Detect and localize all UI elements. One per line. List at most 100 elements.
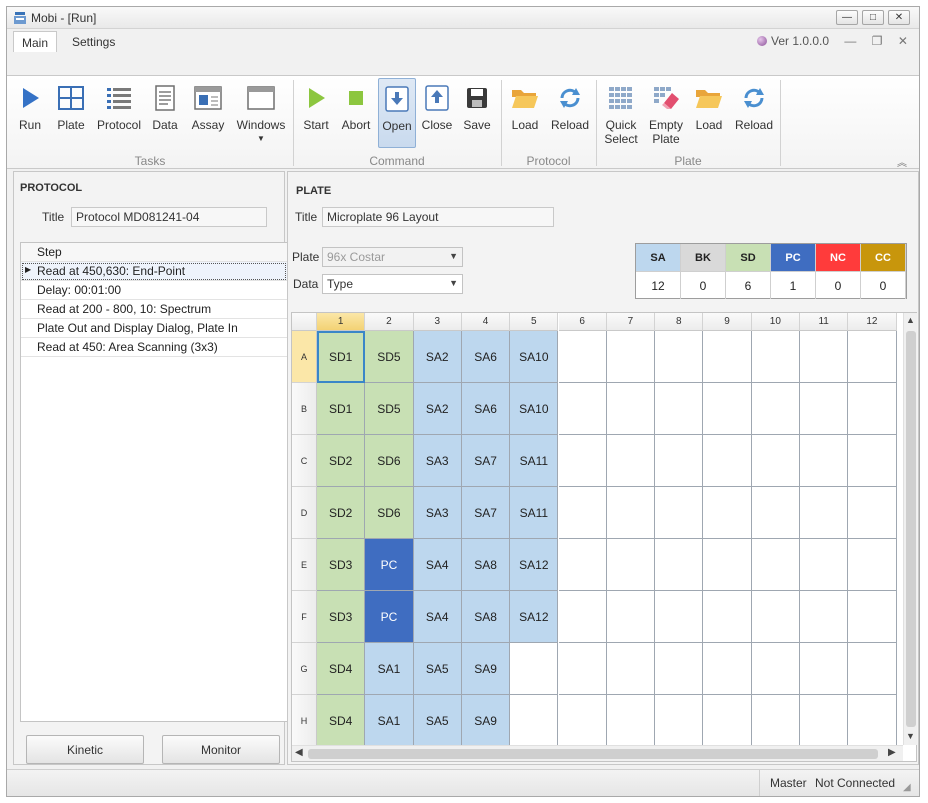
- well-cell[interactable]: [848, 331, 897, 383]
- well-cell[interactable]: [703, 591, 752, 643]
- well-cell[interactable]: SD1: [317, 383, 366, 435]
- well-cell[interactable]: SA10: [510, 331, 559, 383]
- well-cell[interactable]: [848, 695, 897, 745]
- step-table[interactable]: Step ▶ Read at 450,630: End-Point Delay: …: [20, 242, 288, 722]
- ribbon-restore-icon[interactable]: ❐: [872, 34, 883, 48]
- grid-viewport[interactable]: 1 2 3 4 5 6 7 8 9 10 11 12 A SD1 SD5 SA2 SA6 SA10 B SD1 SD5 S…: [292, 313, 903, 745]
- column-header[interactable]: 5: [510, 313, 559, 331]
- column-header[interactable]: 7: [606, 313, 656, 331]
- well-cell[interactable]: SD3: [317, 591, 366, 643]
- ribbon-close-icon[interactable]: ✕: [898, 34, 908, 48]
- plate-type-select[interactable]: 96x Costar ▼: [322, 247, 463, 267]
- column-header[interactable]: 1: [317, 313, 366, 331]
- column-header[interactable]: 11: [800, 313, 849, 331]
- well-cell[interactable]: [800, 435, 849, 487]
- vertical-scrollbar[interactable]: ▲ ▼: [903, 313, 917, 745]
- plate-grid[interactable]: 1 2 3 4 5 6 7 8 9 10 11 12 A SD1 SD5 SA2 SA6 SA10 B SD1 SD5 S…: [291, 312, 917, 762]
- scroll-up-icon[interactable]: ▲: [906, 315, 915, 325]
- well-cell[interactable]: [703, 383, 752, 435]
- well-cell[interactable]: [703, 331, 752, 383]
- well-cell[interactable]: SD6: [365, 435, 414, 487]
- well-cell[interactable]: SD5: [365, 331, 414, 383]
- empty-plate-button[interactable]: Empty Plate: [645, 78, 687, 148]
- windows-button[interactable]: Windows ▼: [233, 78, 289, 148]
- run-button[interactable]: Run: [11, 78, 49, 148]
- well-cell[interactable]: [800, 539, 849, 591]
- well-cell[interactable]: [848, 383, 897, 435]
- well-cell[interactable]: [703, 487, 752, 539]
- well-cell[interactable]: SA3: [413, 487, 462, 539]
- well-cell[interactable]: SA5: [413, 695, 462, 745]
- well-cell[interactable]: [848, 643, 897, 695]
- well-cell[interactable]: [848, 539, 897, 591]
- well-cell[interactable]: [655, 643, 704, 695]
- well-cell[interactable]: SA11: [510, 435, 559, 487]
- well-cell[interactable]: SA2: [413, 331, 462, 383]
- grid-corner[interactable]: [292, 313, 317, 331]
- well-cell[interactable]: SA8: [461, 539, 511, 591]
- well-cell[interactable]: SD3: [317, 539, 366, 591]
- well-cell[interactable]: [800, 643, 849, 695]
- step-row[interactable]: Delay: 00:01:00: [21, 281, 287, 300]
- well-cell[interactable]: SA10: [510, 383, 559, 435]
- plate-button[interactable]: Plate: [51, 78, 91, 148]
- well-cell[interactable]: [655, 539, 704, 591]
- title-bar[interactable]: Mobi - [Run] — □ ✕: [7, 7, 919, 29]
- well-cell[interactable]: SA7: [461, 435, 511, 487]
- well-cell[interactable]: [558, 487, 607, 539]
- maximize-button[interactable]: □: [862, 10, 884, 25]
- well-cell[interactable]: [800, 383, 849, 435]
- well-cell[interactable]: [606, 331, 656, 383]
- well-cell[interactable]: [751, 591, 800, 643]
- well-cell[interactable]: [558, 383, 607, 435]
- vertical-scroll-thumb[interactable]: [906, 331, 916, 727]
- well-cell[interactable]: [703, 435, 752, 487]
- data-type-select[interactable]: Type ▼: [322, 274, 463, 294]
- well-cell[interactable]: SA7: [461, 487, 511, 539]
- well-cell[interactable]: SA11: [510, 487, 559, 539]
- well-cell[interactable]: [703, 539, 752, 591]
- well-cell[interactable]: [751, 643, 800, 695]
- column-header[interactable]: 4: [461, 313, 511, 331]
- abort-button[interactable]: Abort: [337, 78, 375, 148]
- well-cell[interactable]: SA5: [413, 643, 462, 695]
- row-header[interactable]: D: [292, 487, 317, 539]
- well-cell[interactable]: SA4: [413, 539, 462, 591]
- well-cell[interactable]: SA6: [461, 383, 511, 435]
- well-cell[interactable]: PC: [365, 539, 414, 591]
- well-cell[interactable]: [751, 435, 800, 487]
- well-cell[interactable]: [751, 487, 800, 539]
- step-row[interactable]: ▶ Read at 450,630: End-Point: [21, 262, 287, 281]
- collapse-ribbon-icon[interactable]: ︽: [897, 154, 907, 169]
- close-tray-button[interactable]: Close: [418, 78, 456, 148]
- well-cell[interactable]: [558, 643, 607, 695]
- row-header[interactable]: A: [292, 331, 317, 383]
- column-header[interactable]: 12: [848, 313, 897, 331]
- well-cell[interactable]: SD4: [317, 695, 366, 745]
- plate-title-field[interactable]: Microplate 96 Layout: [322, 207, 554, 227]
- well-cell[interactable]: [606, 435, 656, 487]
- well-cell[interactable]: [510, 695, 559, 745]
- well-cell[interactable]: [655, 383, 704, 435]
- well-cell[interactable]: SA2: [413, 383, 462, 435]
- well-cell[interactable]: [655, 435, 704, 487]
- row-header[interactable]: G: [292, 643, 317, 695]
- well-cell[interactable]: SD6: [365, 487, 414, 539]
- horizontal-scroll-thumb[interactable]: [308, 749, 878, 759]
- well-cell[interactable]: SD2: [317, 487, 366, 539]
- ribbon-minimize-icon[interactable]: —: [844, 34, 856, 48]
- data-button[interactable]: Data: [147, 78, 183, 148]
- well-cell[interactable]: [606, 643, 656, 695]
- column-header[interactable]: 2: [365, 313, 414, 331]
- well-cell[interactable]: SA4: [413, 591, 462, 643]
- scroll-right-icon[interactable]: ▶: [888, 747, 896, 758]
- well-cell[interactable]: [848, 591, 897, 643]
- well-cell[interactable]: [800, 487, 849, 539]
- well-cell[interactable]: SA12: [510, 539, 559, 591]
- well-cell[interactable]: [606, 695, 656, 745]
- assay-button[interactable]: Assay: [187, 78, 229, 148]
- well-cell[interactable]: [655, 591, 704, 643]
- step-row[interactable]: Read at 450: Area Scanning (3x3): [21, 338, 287, 357]
- start-button[interactable]: Start: [297, 78, 335, 148]
- column-header[interactable]: 3: [413, 313, 462, 331]
